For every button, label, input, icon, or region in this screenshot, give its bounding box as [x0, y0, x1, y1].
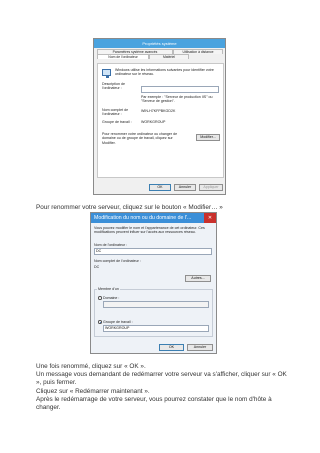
- computer-name-input[interactable]: DC: [94, 248, 212, 255]
- workgroup-label: Groupe de travail :: [102, 120, 132, 124]
- dialog-title: Modification du nom ou du domaine de l'.…: [91, 213, 216, 223]
- tab-computer-name[interactable]: Nom de l'ordinateur: [97, 54, 149, 59]
- cancel-button[interactable]: Annuler: [187, 344, 213, 351]
- domain-radio[interactable]: [98, 296, 102, 300]
- description-label: Description de l'ordinateur :: [102, 82, 125, 91]
- tab-panel: Windows utilise les informations suivant…: [97, 63, 224, 178]
- description-input[interactable]: [141, 86, 219, 93]
- workgroup-input[interactable]: WORKGROUP: [103, 325, 209, 332]
- fullname-label: Nom complet de l'ordinateur :: [102, 108, 129, 117]
- modify-button[interactable]: Modifier...: [196, 134, 220, 141]
- membership-group: Membre d'un Domaine : Groupe de travail …: [94, 287, 213, 337]
- dialog-title: Propriétés système: [94, 39, 225, 48]
- tab-bar: Paramètres système avancés Utilisation à…: [97, 49, 223, 63]
- system-properties-dialog: Propriétés système Paramètres système av…: [93, 38, 226, 195]
- fullname-value: WIN-H7KFPBKGD2K: [141, 109, 176, 113]
- more-button[interactable]: Autres...: [185, 275, 211, 282]
- ok-button[interactable]: OK: [149, 184, 171, 191]
- name-label: Nom de l'ordinateur :: [94, 243, 128, 247]
- tab-hardware[interactable]: Matériel: [149, 54, 189, 59]
- instruction-message: Un message vous demandant de redémarrer …: [36, 371, 287, 387]
- fullname-value: DC: [94, 265, 100, 269]
- computer-icon: [102, 69, 111, 78]
- cancel-button[interactable]: Annuler: [174, 184, 196, 191]
- apply-button[interactable]: Appliquer: [199, 184, 223, 191]
- example-text: Par exemple : "Serveur de production IIS…: [141, 95, 213, 104]
- rename-text: Pour renommer votre ordinateur ou change…: [102, 132, 178, 145]
- intro-text: Windows utilise les informations suivant…: [115, 68, 214, 77]
- intro-text: Vous pouvez modifier le nom et l'apparte…: [94, 226, 205, 235]
- ok-button[interactable]: OK: [159, 344, 184, 351]
- domain-option-label: Domaine :: [103, 295, 120, 300]
- domain-input[interactable]: [103, 301, 209, 308]
- caption-modify: Pour renommer votre serveur, cliquez sur…: [36, 204, 223, 211]
- workgroup-value: WORKGROUP: [141, 120, 166, 124]
- workgroup-radio[interactable]: [98, 320, 102, 324]
- instruction-ok: Une fois renommé, cliquez sur « OK ».: [36, 363, 146, 370]
- fullname-label: Nom complet de l'ordinateur :: [94, 259, 141, 263]
- rename-dialog: Modification du nom ou du domaine de l'.…: [90, 212, 217, 354]
- instruction-restart: Cliquez sur « Redémarrer maintenant ».: [36, 387, 150, 395]
- instruction-after-restart: Après le redémarrage de votre serveur, v…: [36, 395, 272, 412]
- workgroup-option-label: Groupe de travail :: [103, 319, 133, 324]
- instructions: Une fois renommé, cliquez sur « OK ». Un…: [36, 363, 288, 412]
- close-icon[interactable]: ✕: [204, 213, 216, 223]
- member-label: Membre d'un: [97, 287, 120, 292]
